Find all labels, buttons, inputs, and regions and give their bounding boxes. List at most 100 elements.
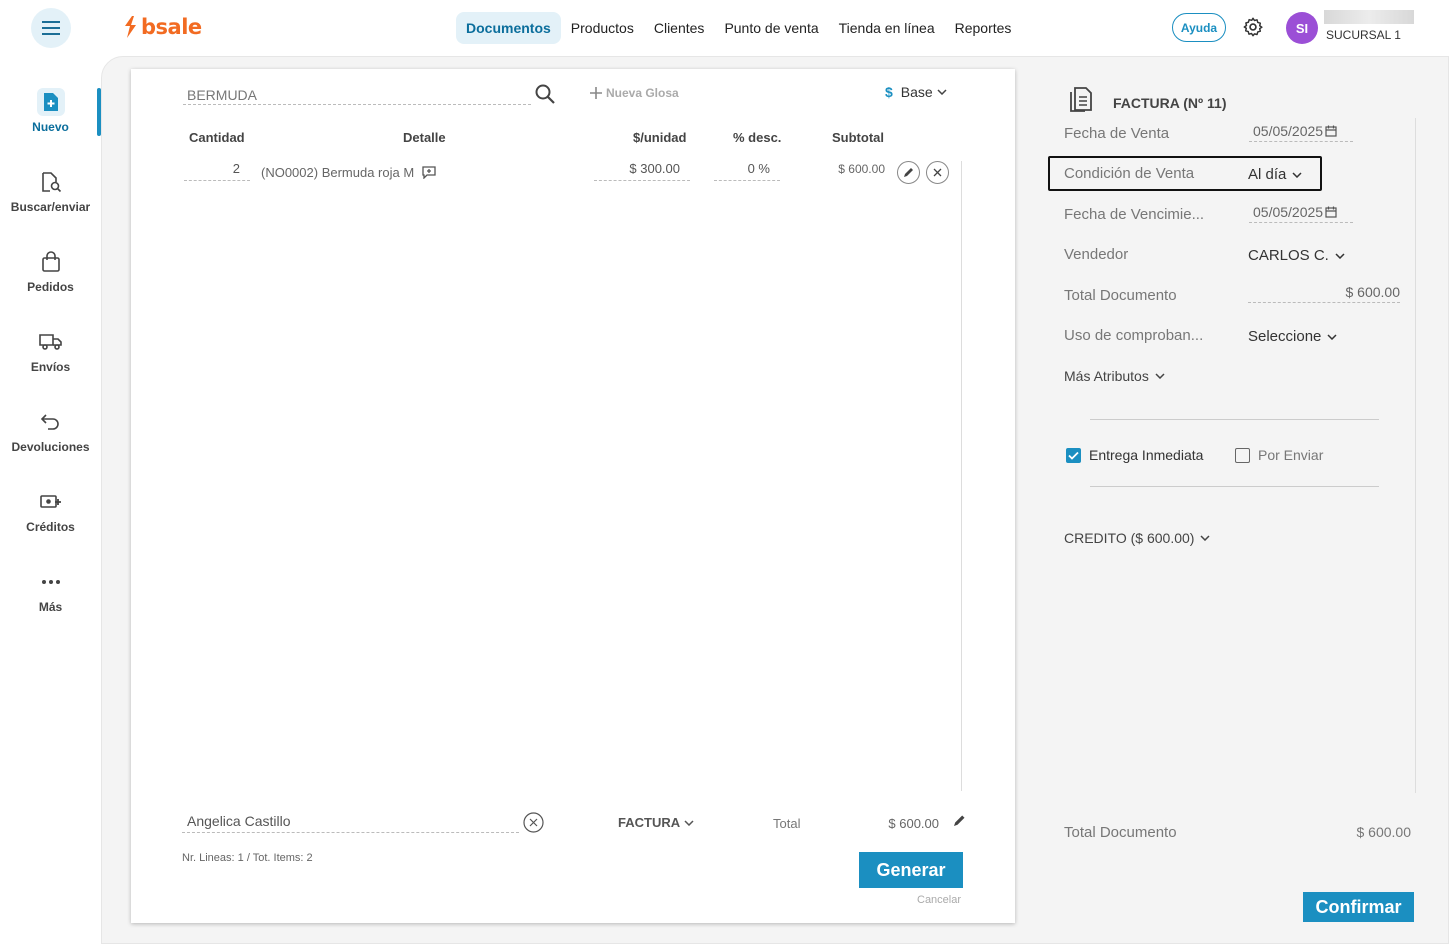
user-avatar[interactable]: SI	[1286, 12, 1318, 44]
price-list-dropdown[interactable]: $ Base	[885, 84, 947, 100]
sidebar-item-label: Nuevo	[32, 120, 69, 134]
sidebar-item-label: Devoluciones	[11, 440, 90, 454]
column-header-unit-price: $/unidad	[633, 130, 687, 145]
seller-dropdown[interactable]: CARLOS C.	[1248, 247, 1345, 264]
client-input[interactable]: Angelica Castillo	[182, 813, 519, 833]
sidebar-item-buscar-enviar[interactable]: Buscar/enviar	[0, 168, 101, 214]
comment-add-icon[interactable]	[422, 166, 436, 179]
total-document-label: Total Documento	[1064, 287, 1177, 304]
summary-divider	[1415, 118, 1416, 793]
sidebar-item-label: Envíos	[30, 360, 71, 374]
checkbox-checked	[1066, 447, 1081, 463]
branch-name[interactable]: SUCURSAL 1	[1326, 28, 1401, 42]
money-plus-icon	[39, 495, 61, 508]
bsale-logo[interactable]: bsale	[123, 15, 202, 39]
quantity-input[interactable]: 2	[184, 161, 250, 181]
unit-price-input[interactable]: $ 300.00	[594, 161, 690, 181]
lines-summary: Nr. Lineas: 1 / Tot. Items: 2	[182, 852, 313, 864]
immediate-delivery-checkbox[interactable]: Entrega Inmediata	[1066, 447, 1203, 463]
search-button[interactable]	[534, 83, 556, 110]
chevron-down-icon	[1292, 171, 1302, 178]
sidebar-item-devoluciones[interactable]: Devoluciones	[0, 408, 101, 454]
user-name-redacted	[1324, 10, 1414, 24]
seller-label: Vendedor	[1064, 246, 1129, 263]
payment-method-label: CREDITO ($ 600.00)	[1064, 530, 1195, 546]
hamburger-icon	[42, 21, 60, 35]
document-type-label: FACTURA	[618, 815, 681, 830]
voucher-usage-dropdown[interactable]: Seleccione	[1248, 328, 1337, 345]
voucher-usage-label: Uso de comproban...	[1064, 327, 1204, 344]
voucher-usage-value: Seleccione	[1248, 328, 1322, 345]
logo-text: bsale	[141, 15, 202, 39]
clear-client-button[interactable]	[523, 812, 544, 838]
discount-input[interactable]: 0 %	[714, 161, 780, 181]
documents-icon	[1070, 87, 1092, 112]
pencil-icon	[904, 168, 913, 177]
chevron-down-icon	[1335, 252, 1345, 259]
seller-value: CARLOS C.	[1248, 247, 1329, 264]
payment-method-dropdown[interactable]: CREDITO ($ 600.00)	[1064, 530, 1210, 546]
invoice-title: FACTURA (Nº 11)	[1113, 95, 1227, 111]
nav-tienda-en-linea[interactable]: Tienda en línea	[829, 12, 945, 44]
document-type-dropdown[interactable]: FACTURA	[618, 815, 694, 830]
file-plus-icon	[43, 93, 58, 111]
divider	[1090, 486, 1379, 487]
help-button[interactable]: Ayuda	[1172, 13, 1226, 42]
confirm-button[interactable]: Confirmar	[1303, 892, 1414, 922]
product-search-input[interactable]: BERMUDA	[183, 83, 531, 105]
chevron-down-icon	[684, 819, 694, 826]
file-search-icon	[41, 172, 61, 193]
sidebar-item-label: Créditos	[26, 520, 75, 534]
generate-button[interactable]: Generar	[859, 852, 963, 888]
due-date-input[interactable]: 05/05/2025	[1249, 201, 1353, 223]
nav-documentos[interactable]: Documentos	[456, 12, 561, 44]
sale-condition-label: Condición de Venta	[1064, 165, 1195, 182]
nav-productos[interactable]: Productos	[561, 12, 644, 44]
pencil-icon	[954, 815, 965, 826]
sidebar-item-envios[interactable]: Envíos	[0, 328, 101, 374]
to-ship-checkbox[interactable]: Por Enviar	[1235, 447, 1323, 463]
cancel-link[interactable]: Cancelar	[917, 894, 961, 906]
more-attributes-toggle[interactable]: Más Atributos	[1064, 368, 1165, 384]
nav-punto-de-venta[interactable]: Punto de venta	[714, 12, 828, 44]
new-gloss-label: Nueva Glosa	[606, 86, 679, 100]
return-arrow-icon	[40, 414, 59, 430]
total-value: $ 600.00	[888, 816, 939, 831]
divider	[1090, 419, 1379, 420]
line-detail-text: (NO0002) Bermuda roja M	[261, 165, 415, 180]
remove-line-button[interactable]	[926, 161, 949, 184]
sidebar-item-creditos[interactable]: Créditos	[0, 488, 101, 534]
more-attributes-label: Más Atributos	[1064, 368, 1149, 384]
sale-condition-dropdown[interactable]: Al día	[1248, 166, 1302, 183]
edit-total-button[interactable]	[953, 814, 966, 832]
column-header-discount: % desc.	[733, 130, 782, 145]
column-header-subtotal: Subtotal	[832, 130, 884, 145]
bolt-logo-icon	[125, 16, 136, 38]
nav-clientes[interactable]: Clientes	[644, 12, 715, 44]
sidebar-item-nuevo[interactable]: Nuevo	[0, 88, 101, 134]
edit-line-button[interactable]	[897, 161, 920, 184]
chevron-down-icon	[1200, 535, 1210, 541]
document-editor: BERMUDA Nueva Glosa $ Base Cantidad Deta…	[131, 69, 1015, 923]
sale-date-label: Fecha de Venta	[1064, 125, 1170, 142]
sidebar-item-pedidos[interactable]: Pedidos	[0, 248, 101, 294]
checkbox-unchecked	[1235, 447, 1250, 463]
sidebar-item-mas[interactable]: Más	[0, 568, 101, 614]
nav-reportes[interactable]: Reportes	[945, 12, 1022, 44]
immediate-delivery-label: Entrega Inmediata	[1089, 447, 1204, 463]
new-gloss-button[interactable]: Nueva Glosa	[590, 86, 679, 100]
settings-button[interactable]	[1242, 16, 1264, 43]
close-icon	[933, 168, 942, 177]
column-header-detail: Detalle	[403, 130, 446, 145]
footer-total-value: $ 600.00	[1356, 824, 1412, 840]
hamburger-menu-button[interactable]	[31, 8, 71, 48]
total-label: Total	[773, 816, 801, 831]
scroll-divider	[961, 161, 962, 791]
plus-icon	[590, 87, 602, 99]
sidebar: Nuevo Buscar/enviar Pedidos Envíos Devol…	[0, 56, 101, 944]
sale-date-input[interactable]: 05/05/2025	[1249, 120, 1353, 142]
to-ship-label: Por Enviar	[1258, 447, 1324, 463]
truck-icon	[38, 334, 62, 350]
main-nav: Documentos Productos Clientes Punto de v…	[456, 12, 1021, 44]
gear-icon	[1243, 17, 1263, 37]
